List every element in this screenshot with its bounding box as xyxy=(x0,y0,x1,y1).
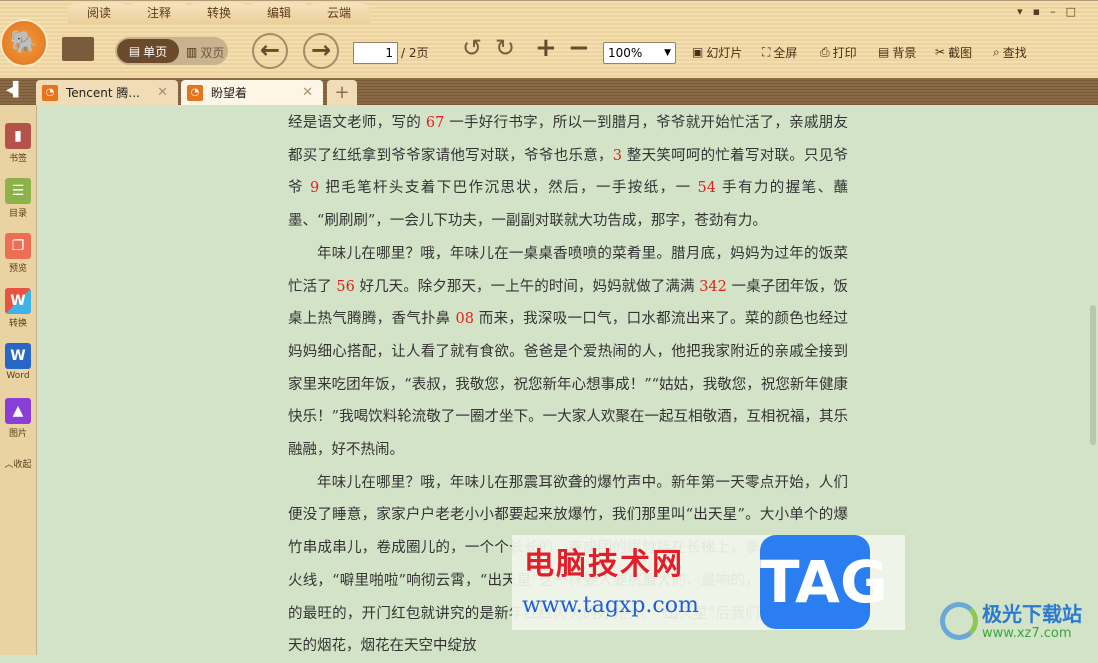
page-total: / 2页 xyxy=(401,45,429,60)
menu-tab-annotate[interactable]: 注释 xyxy=(128,3,190,24)
double-page-icon: ▥ xyxy=(186,45,198,59)
fullscreen-icon: ⛶ xyxy=(762,44,771,59)
sidebar: ▮ 书签 ☰ 目录 ❐ 预览 W 转换 W Word ▲ 图片 ︿收起 xyxy=(0,105,37,655)
bookmark-icon: ▮ xyxy=(5,123,31,149)
doc-tab[interactable]: ◔ Tencent 腾... ✕ xyxy=(36,80,178,105)
single-page-button[interactable]: ▤ 单页 xyxy=(117,39,179,63)
rotate-left-icon[interactable]: ↺ xyxy=(462,34,482,62)
zoom-out-icon[interactable]: − xyxy=(568,33,590,63)
menu-tab-read[interactable]: 阅读 xyxy=(68,3,130,24)
collapse-button[interactable]: ︿收起 xyxy=(3,457,33,470)
page-number-input[interactable]: 1 xyxy=(353,42,398,64)
close-icon[interactable]: ✕ xyxy=(302,85,313,100)
zoom-select[interactable]: 100% ▼ xyxy=(603,42,676,64)
fullscreen-button[interactable]: ⛶ 全屏 xyxy=(762,43,797,61)
close-icon[interactable]: ✕ xyxy=(157,85,168,100)
brand-logo-icon xyxy=(940,602,978,640)
pdf-to-word-icon: W xyxy=(5,288,31,314)
menu-tab-convert[interactable]: 转换 xyxy=(188,3,250,24)
search-icon: ⌕ xyxy=(993,44,1000,59)
doc-icon: ◔ xyxy=(42,84,58,101)
next-page-button[interactable]: → xyxy=(303,33,339,69)
new-tab-button[interactable]: + xyxy=(327,80,357,105)
app-logo-icon[interactable]: 🐘 xyxy=(0,19,48,67)
chevron-down-icon: ▼ xyxy=(664,48,671,58)
toc-icon: ☰ xyxy=(5,178,31,204)
sidebar-item-bookmark[interactable]: ▮ 书签 xyxy=(3,123,33,164)
zoom-in-icon[interactable]: + xyxy=(535,33,557,63)
image-icon: ▲ xyxy=(5,398,31,424)
preview-icon: ❐ xyxy=(5,233,31,259)
menu-tab-cloud[interactable]: 云端 xyxy=(308,3,370,24)
double-page-button[interactable]: ▥ 双页 xyxy=(186,43,224,61)
document-tab-bar: ◂▌ ◔ Tencent 腾... ✕ ◔ 盼望着 ✕ + xyxy=(0,78,1098,105)
sidebar-item-convert[interactable]: W 转换 xyxy=(3,288,33,329)
paragraph: 经是语文老师，写的 67 一手好行书字，所以一到腊月，爷爷就开始忙活了，亲戚朋友… xyxy=(288,115,849,230)
slideshow-button[interactable]: ▣ 幻灯片 xyxy=(692,43,742,61)
scissors-icon: ✂ xyxy=(935,45,946,59)
toolbar: 阅读 注释 转换 编辑 云端 ▾▪–□ 🐘 ▤ 单页 ▥ 双页 ← → 1 / 2页… xyxy=(0,0,1098,80)
slideshow-icon: ▣ xyxy=(692,45,704,59)
sidebar-item-preview[interactable]: ❐ 预览 xyxy=(3,233,33,274)
menu-tab-edit[interactable]: 编辑 xyxy=(248,3,310,24)
prev-page-button[interactable]: ← xyxy=(252,33,288,69)
print-button[interactable]: ⎙ 打印 xyxy=(820,43,857,61)
sidebar-item-image[interactable]: ▲ 图片 xyxy=(3,398,33,439)
screenshot-button[interactable]: ✂ 截图 xyxy=(935,43,972,61)
watermark: 电脑技术网 www.tagxp.com TAG xyxy=(512,535,905,630)
find-button[interactable]: ⌕ 查找 xyxy=(993,43,1027,61)
collapse-sidebar-icon[interactable]: ◂▌ xyxy=(6,82,24,98)
scrollbar-thumb[interactable] xyxy=(1090,305,1096,445)
page-icon: ▤ xyxy=(128,44,141,58)
doc-icon: ◔ xyxy=(187,84,203,101)
window-controls[interactable]: ▾▪–□ xyxy=(1017,5,1086,18)
sidebar-item-toc[interactable]: ☰ 目录 xyxy=(3,178,33,219)
background-button[interactable]: ▤ 背景 xyxy=(878,43,916,61)
sidebar-item-word[interactable]: W Word xyxy=(3,343,33,381)
doc-tab-active[interactable]: ◔ 盼望着 ✕ xyxy=(181,80,323,105)
word-icon: W xyxy=(5,343,31,369)
background-icon: ▤ xyxy=(878,45,890,59)
paragraph: 年味儿在哪里？哦，年味儿在一桌桌香喷喷的菜肴里。腊月底，妈妈为过年的饭菜忙活了 … xyxy=(288,245,849,459)
brand-watermark: 极光下载站 www.xz7.com xyxy=(940,598,1090,653)
rotate-right-icon[interactable]: ↻ xyxy=(495,34,515,62)
open-folder-icon[interactable] xyxy=(62,37,94,61)
scrollbar[interactable] xyxy=(1088,105,1098,655)
print-icon: ⎙ xyxy=(820,44,830,59)
